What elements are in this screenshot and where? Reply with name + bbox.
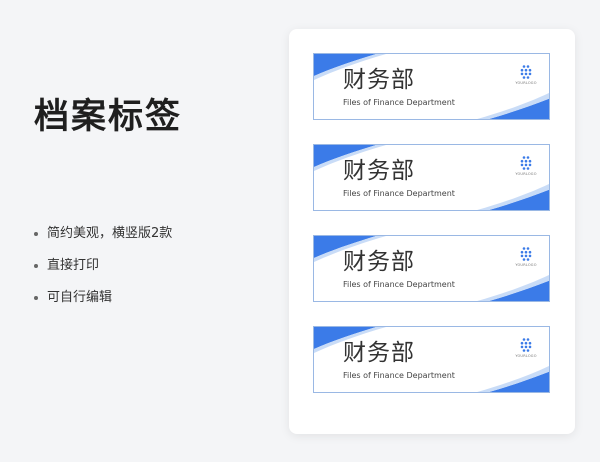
feature-text: 简约美观，横竖版2款 xyxy=(47,226,173,241)
archive-label[interactable]: 财务部 Files of Finance Department YOURLOGO xyxy=(313,53,550,120)
bullet-dot-icon xyxy=(34,232,38,236)
feature-text: 可自行编辑 xyxy=(47,290,113,305)
logo: YOURLOGO xyxy=(515,156,537,176)
feature-text: 直接打印 xyxy=(47,258,100,273)
logo-text: YOURLOGO xyxy=(515,172,537,176)
bullet-dot-icon xyxy=(34,296,38,300)
feature-item: 直接打印 xyxy=(34,250,172,282)
department-name-en: Files of Finance Department xyxy=(343,371,455,380)
logo-text: YOURLOGO xyxy=(515,263,537,267)
archive-label[interactable]: 财务部 Files of Finance Department YOURLOGO xyxy=(313,144,550,211)
department-name: 财务部 xyxy=(343,340,415,366)
feature-list: 简约美观，横竖版2款 直接打印 可自行编辑 xyxy=(34,218,172,314)
dot-grid-logo-icon xyxy=(520,65,532,79)
dot-grid-logo-icon xyxy=(520,156,532,170)
logo: YOURLOGO xyxy=(515,338,537,358)
logo: YOURLOGO xyxy=(515,65,537,85)
dot-grid-logo-icon xyxy=(520,338,532,352)
logo-text: YOURLOGO xyxy=(515,81,537,85)
feature-item: 简约美观，横竖版2款 xyxy=(34,218,172,250)
archive-label[interactable]: 财务部 Files of Finance Department YOURLOGO xyxy=(313,326,550,393)
department-name-en: Files of Finance Department xyxy=(343,189,455,198)
page-title: 档案标签 xyxy=(34,97,183,137)
department-name: 财务部 xyxy=(343,158,415,184)
department-name-en: Files of Finance Department xyxy=(343,98,455,107)
dot-grid-logo-icon xyxy=(520,247,532,261)
logo: YOURLOGO xyxy=(515,247,537,267)
logo-text: YOURLOGO xyxy=(515,354,537,358)
bullet-dot-icon xyxy=(34,264,38,268)
feature-item: 可自行编辑 xyxy=(34,282,172,314)
department-name: 财务部 xyxy=(343,67,415,93)
archive-label[interactable]: 财务部 Files of Finance Department YOURLOGO xyxy=(313,235,550,302)
department-name: 财务部 xyxy=(343,249,415,275)
department-name-en: Files of Finance Department xyxy=(343,280,455,289)
